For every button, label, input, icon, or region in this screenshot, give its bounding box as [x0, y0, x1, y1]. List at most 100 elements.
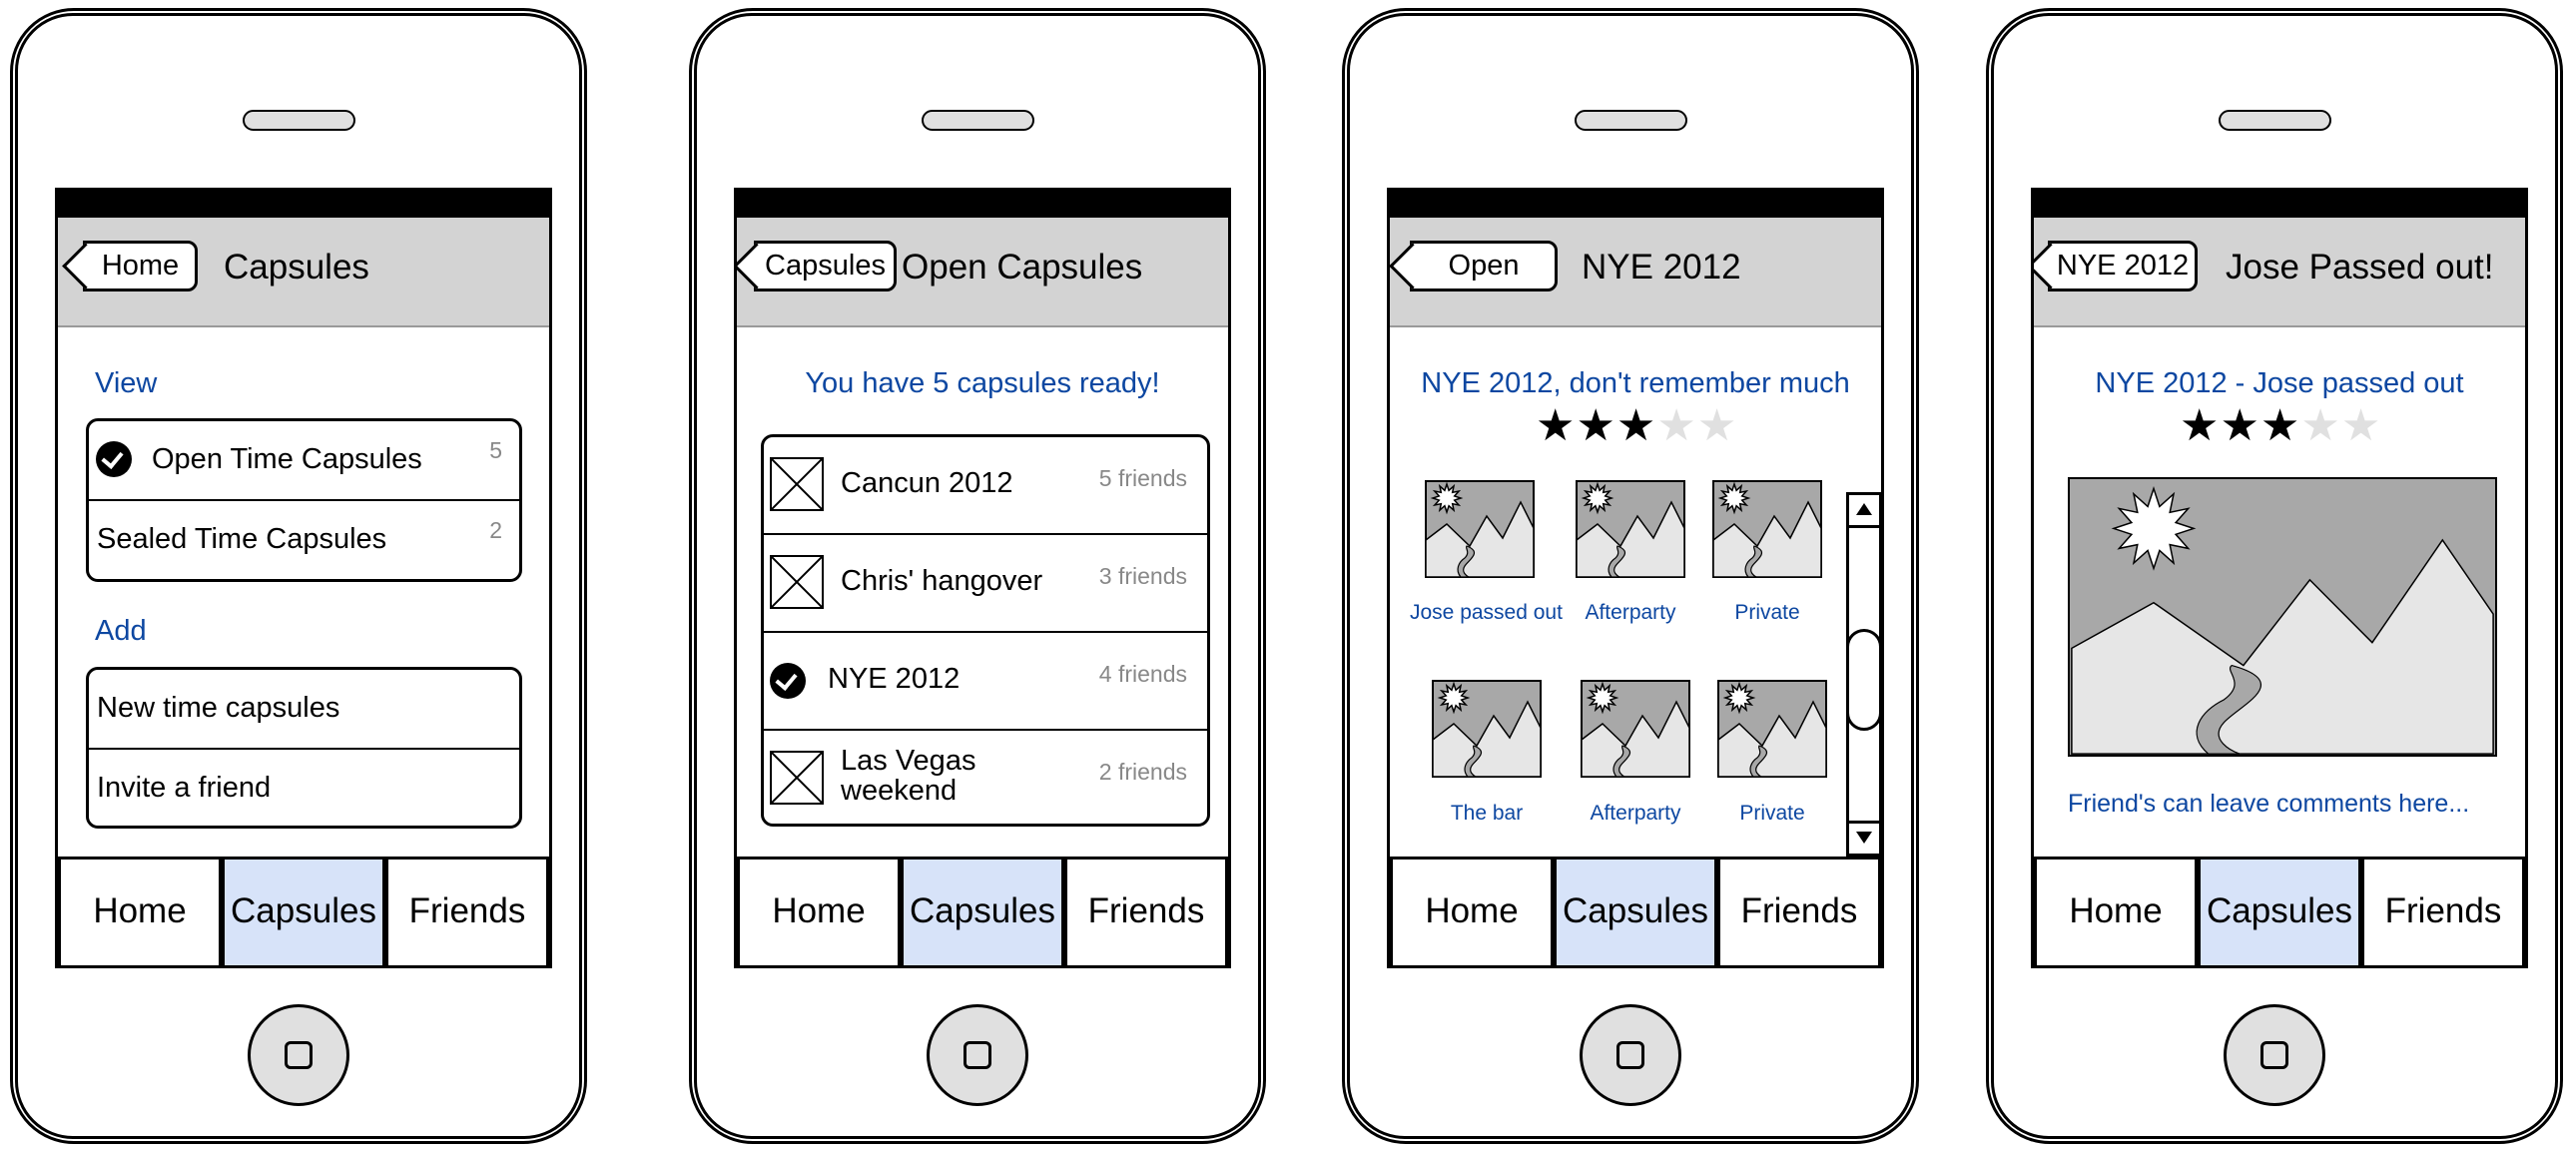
- list-item[interactable]: Chris' hangover 3 friends: [764, 535, 1207, 633]
- count-badge: 2: [489, 517, 502, 543]
- image-placeholder-icon: [770, 751, 824, 805]
- speaker-icon: [922, 110, 1034, 131]
- capsule-list: Cancun 2012 5 friends Chris' hangover 3 …: [761, 434, 1210, 827]
- photo-grid: Jose passed out Afterparty Private The b…: [1390, 480, 1849, 858]
- speaker-icon: [2219, 110, 2331, 131]
- comment-prompt[interactable]: Friend's can leave comments here...: [2068, 790, 2469, 819]
- friends-count: 4 friends: [1098, 661, 1187, 687]
- page-title: Jose Passed out!: [2226, 248, 2494, 287]
- capsule-name: NYE 2012: [828, 663, 961, 695]
- view-list: Open Time Capsules 5 Sealed Time Capsule…: [86, 418, 522, 582]
- star-filled-icon[interactable]: ★: [2180, 401, 2220, 450]
- nav-bar: Capsules Open Capsules: [737, 218, 1228, 327]
- list-item[interactable]: Invite a friend: [89, 750, 519, 826]
- list-item[interactable]: New time capsules: [89, 670, 519, 750]
- tab-capsules[interactable]: Capsules: [222, 857, 385, 965]
- home-button[interactable]: [1580, 1004, 1681, 1106]
- tab-bar: Home Capsules Friends: [737, 857, 1228, 965]
- capsule-name: Chris' hangover: [841, 565, 1043, 597]
- photo-thumbnail[interactable]: [1432, 680, 1542, 778]
- tab-capsules[interactable]: Capsules: [1554, 857, 1717, 965]
- image-placeholder-icon: [770, 555, 824, 609]
- tab-friends[interactable]: Friends: [2361, 857, 2525, 965]
- list-item-label: New time capsules: [97, 692, 340, 724]
- speaker-icon: [243, 110, 355, 131]
- tab-friends[interactable]: Friends: [385, 857, 549, 965]
- list-item[interactable]: Cancun 2012 5 friends: [764, 437, 1207, 535]
- section-heading: You have 5 capsules ready!: [805, 367, 1160, 399]
- photo-label[interactable]: The bar: [1417, 802, 1557, 826]
- photo-thumbnail[interactable]: [1712, 480, 1822, 578]
- star-rating[interactable]: ★★★★★: [2180, 400, 2381, 451]
- tab-capsules[interactable]: Capsules: [901, 857, 1064, 965]
- tab-home[interactable]: Home: [58, 857, 222, 965]
- photo-thumbnail[interactable]: [1717, 680, 1827, 778]
- star-empty-icon[interactable]: ★: [1656, 401, 1696, 450]
- screen-photo-detail: NYE 2012 Jose Passed out! NYE 2012 - Jos…: [2031, 188, 2528, 968]
- star-filled-icon[interactable]: ★: [2220, 401, 2259, 450]
- scrollbar[interactable]: [1846, 492, 1881, 857]
- photo-thumbnail[interactable]: [1581, 680, 1690, 778]
- back-button[interactable]: Open: [1410, 241, 1558, 291]
- photo-label[interactable]: Private: [1697, 601, 1837, 625]
- friends-count: 2 friends: [1098, 759, 1187, 785]
- list-item[interactable]: NYE 2012 4 friends: [764, 633, 1207, 731]
- back-button[interactable]: Home: [83, 241, 198, 291]
- nav-bar: Open NYE 2012: [1390, 218, 1881, 327]
- speaker-icon: [1575, 110, 1687, 131]
- screen-capsule-detail: Open NYE 2012 NYE 2012, don't remember m…: [1387, 188, 1884, 968]
- star-rating[interactable]: ★★★★★: [1536, 400, 1737, 451]
- scroll-thumb[interactable]: [1846, 629, 1881, 731]
- star-empty-icon[interactable]: ★: [2300, 401, 2340, 450]
- list-item[interactable]: Open Time Capsules 5: [89, 421, 519, 501]
- star-filled-icon[interactable]: ★: [1616, 401, 1656, 450]
- photo-thumbnail[interactable]: [1576, 480, 1685, 578]
- screen-capsules: Home Capsules View Open Time Capsules 5 …: [55, 188, 552, 968]
- tab-bar: Home Capsules Friends: [58, 857, 549, 965]
- tab-home[interactable]: Home: [737, 857, 901, 965]
- scroll-down-arrow-icon[interactable]: [1849, 821, 1879, 854]
- check-circle-icon: [96, 441, 132, 477]
- list-item[interactable]: Sealed Time Capsules 2: [89, 501, 519, 579]
- star-filled-icon[interactable]: ★: [2260, 401, 2300, 450]
- capsule-name: Las Vegas weekend: [841, 745, 976, 807]
- section-heading: NYE 2012 - Jose passed out: [2095, 367, 2464, 399]
- home-button[interactable]: [2224, 1004, 2325, 1106]
- back-button[interactable]: Capsules: [754, 241, 897, 291]
- tab-home[interactable]: Home: [2034, 857, 2198, 965]
- phone-frame: NYE 2012 Jose Passed out! NYE 2012 - Jos…: [1986, 8, 2563, 1144]
- tab-friends[interactable]: Friends: [1717, 857, 1881, 965]
- tab-friends[interactable]: Friends: [1064, 857, 1228, 965]
- list-item-label: Open Time Capsules: [152, 443, 422, 475]
- photo-thumbnail[interactable]: [1425, 480, 1535, 578]
- phone-frame: Open NYE 2012 NYE 2012, don't remember m…: [1342, 8, 1919, 1144]
- star-filled-icon[interactable]: ★: [1536, 401, 1576, 450]
- friends-count: 3 friends: [1098, 563, 1187, 589]
- list-item[interactable]: Las Vegas weekend 2 friends: [764, 731, 1207, 824]
- star-empty-icon[interactable]: ★: [2341, 401, 2381, 450]
- list-item-label: Invite a friend: [97, 772, 272, 804]
- friends-count: 5 friends: [1098, 465, 1187, 491]
- home-button[interactable]: [248, 1004, 349, 1106]
- star-filled-icon[interactable]: ★: [1576, 401, 1615, 450]
- back-button[interactable]: NYE 2012: [2048, 241, 2198, 291]
- scroll-up-arrow-icon[interactable]: [1849, 495, 1879, 528]
- phone-frame: Capsules Open Capsules You have 5 capsul…: [689, 8, 1266, 1144]
- photo-full: [2068, 477, 2497, 757]
- tab-capsules[interactable]: Capsules: [2198, 857, 2361, 965]
- photo-label[interactable]: Afterparty: [1561, 601, 1700, 625]
- status-bar: [1390, 191, 1881, 218]
- section-heading: NYE 2012, don't remember much: [1421, 367, 1850, 399]
- star-empty-icon[interactable]: ★: [1697, 401, 1737, 450]
- home-button[interactable]: [927, 1004, 1028, 1106]
- section-heading-add: Add: [95, 615, 147, 647]
- nav-bar: NYE 2012 Jose Passed out!: [2034, 218, 2525, 327]
- photo-label[interactable]: Jose passed out: [1410, 601, 1563, 625]
- tab-home[interactable]: Home: [1390, 857, 1554, 965]
- check-circle-icon: [770, 663, 806, 699]
- photo-label[interactable]: Private: [1702, 802, 1842, 826]
- tab-bar: Home Capsules Friends: [1390, 857, 1881, 965]
- screen-open-capsules: Capsules Open Capsules You have 5 capsul…: [734, 188, 1231, 968]
- status-bar: [58, 191, 549, 218]
- photo-label[interactable]: Afterparty: [1566, 802, 1705, 826]
